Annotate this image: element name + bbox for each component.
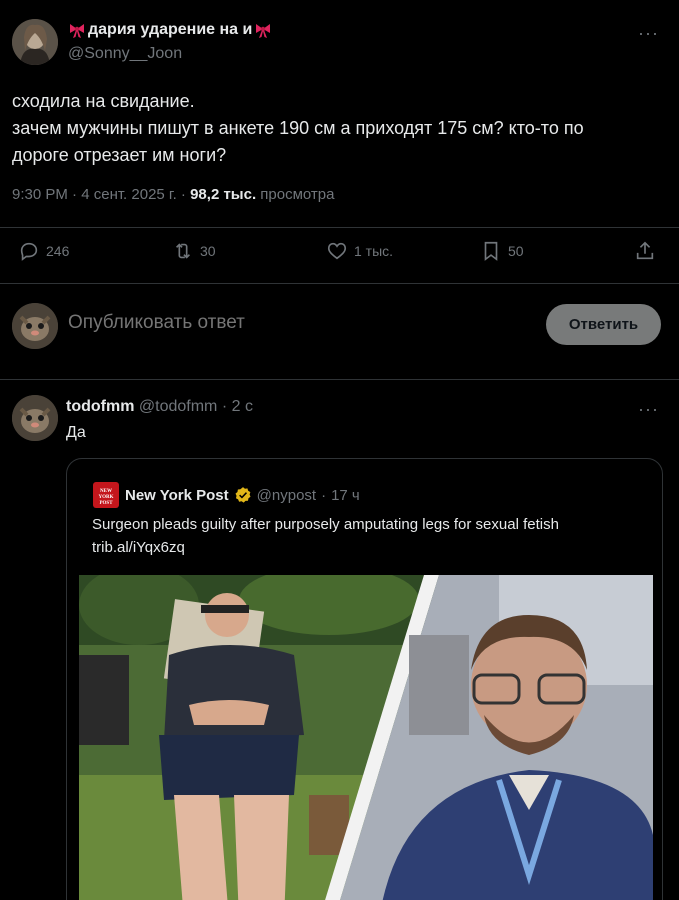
quote-header: New York Post @nypost · 17 ч (125, 486, 360, 504)
quote-text: Surgeon pleads guilty after purposely am… (92, 513, 652, 559)
repost-action[interactable]: 30 (172, 240, 216, 262)
quote-text-line: Surgeon pleads guilty after purposely am… (92, 516, 559, 533)
tweet-time[interactable]: 9:30 PM (12, 186, 68, 203)
reply-author-handle[interactable]: @todofmm (139, 398, 217, 415)
tweet-text-line: зачем мужчины пишут в анкете 190 см а пр… (12, 118, 584, 138)
repost-icon (175, 243, 191, 259)
tweet-text-line: сходила на свидание. (12, 91, 195, 111)
tweet-meta: 9:30 PM · 4 сент. 2025 г. · 98,2 тыс. пр… (12, 186, 334, 203)
bow-icon (254, 21, 272, 39)
divider (0, 227, 679, 228)
author-handle[interactable]: @Sonny__Joon (68, 45, 182, 63)
reply-action[interactable]: 246 (18, 240, 69, 262)
author-name[interactable]: дария ударение на и (68, 21, 272, 39)
share-icon (636, 241, 654, 260)
reply-input[interactable] (68, 312, 528, 334)
separator-dot: · (72, 186, 82, 203)
repost-count: 30 (200, 243, 216, 259)
action-bar: 246 30 1 тыс. 50 (0, 240, 679, 270)
more-options-icon[interactable]: ··· (638, 24, 659, 42)
reply-author-name[interactable]: todofmm (66, 398, 134, 415)
bookmark-action[interactable]: 50 (480, 240, 524, 262)
reply-submit-button[interactable]: Ответить (546, 304, 661, 345)
more-options-icon[interactable]: ··· (638, 400, 659, 418)
reply-icon (20, 242, 38, 261)
separator-dot: · (321, 486, 327, 504)
separator-dot: · (221, 398, 228, 415)
quote-media-image[interactable] (79, 575, 653, 900)
tweet-date[interactable]: 4 сент. 2025 г. (81, 186, 177, 203)
reply-author-avatar[interactable] (12, 395, 58, 441)
author-avatar[interactable] (12, 19, 58, 65)
tweet-text: сходила на свидание. зачем мужчины пишут… (12, 88, 652, 169)
bookmark-icon (484, 241, 498, 261)
reply-header: todofmm @todofmm · 2 с (66, 398, 253, 416)
quote-time: 17 ч (331, 486, 360, 504)
quote-author-name: New York Post (125, 486, 229, 504)
like-action[interactable]: 1 тыс. (326, 240, 393, 262)
nypost-logo: NEW YORK POST (93, 482, 119, 508)
separator-dot: · (180, 186, 191, 203)
heart-icon (327, 242, 347, 260)
reply-text: Да (66, 424, 86, 441)
views-count: 98,2 тыс. (190, 186, 257, 203)
divider (0, 379, 679, 380)
tweet-text-line: дороге отрезает им ноги? (12, 145, 227, 165)
verified-badge-icon (235, 487, 251, 503)
views-label: просмотра (260, 186, 335, 203)
reply-count: 246 (46, 243, 70, 259)
quote-link[interactable]: trib.al/iYqx6zq (92, 536, 652, 559)
reply-time[interactable]: 2 с (232, 398, 253, 415)
current-user-avatar[interactable] (12, 303, 58, 349)
bow-icon (68, 21, 86, 39)
quoted-tweet-card[interactable]: NEW YORK POST New York Post @nypost · 17… (66, 458, 663, 900)
divider (0, 283, 679, 284)
like-count: 1 тыс. (354, 243, 394, 259)
quote-author-handle: @nypost (256, 486, 317, 504)
bookmark-count: 50 (508, 243, 524, 259)
author-name-text: дария ударение на и (88, 21, 253, 38)
share-action[interactable] (634, 240, 656, 262)
